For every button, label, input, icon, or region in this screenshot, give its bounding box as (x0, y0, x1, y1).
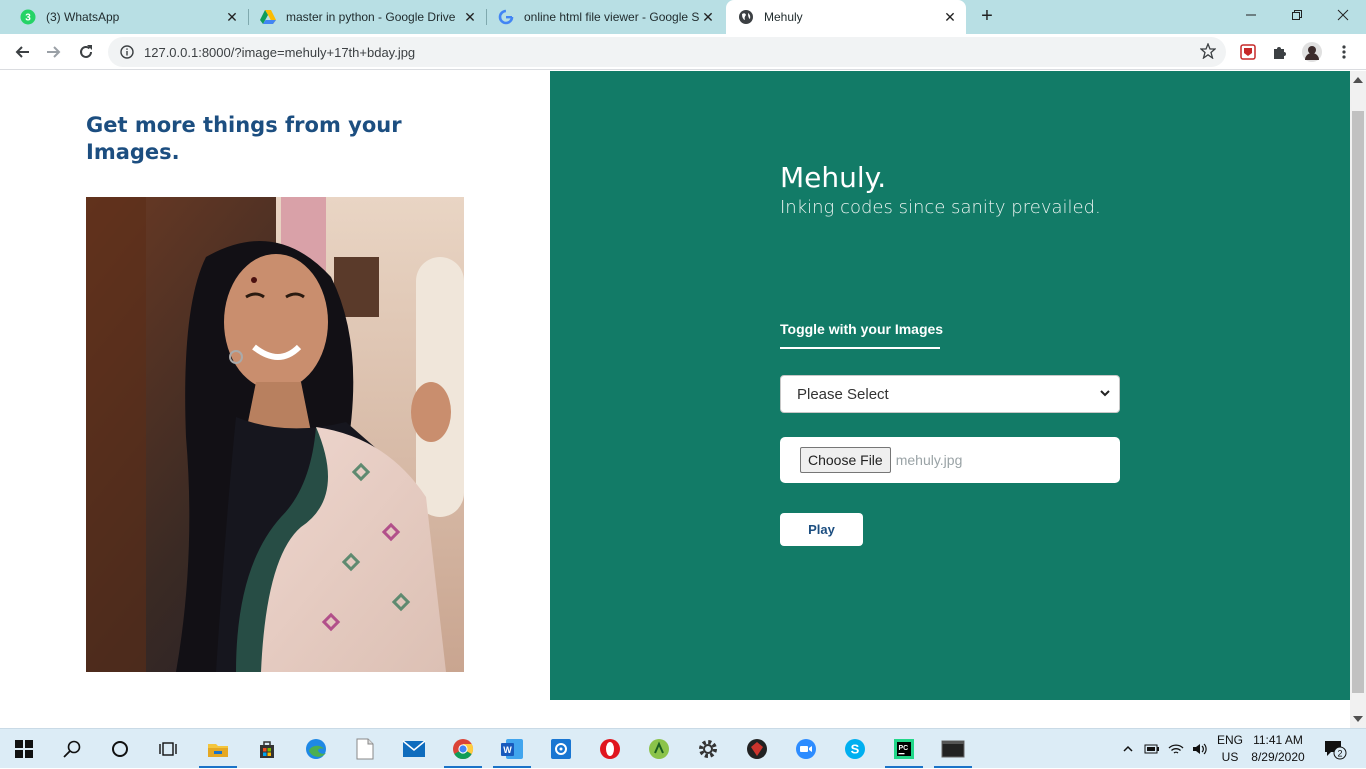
ruby-icon[interactable] (733, 729, 781, 769)
close-window-button[interactable] (1320, 0, 1366, 30)
minimize-icon (1246, 14, 1256, 16)
whatsapp-icon: 3 (20, 9, 36, 25)
close-tab-icon[interactable]: ✕ (462, 9, 478, 25)
gear-icon[interactable] (684, 729, 732, 769)
mail-icon[interactable] (390, 729, 438, 769)
notepad-icon[interactable] (341, 729, 389, 769)
active-tab-underline (780, 347, 940, 349)
scrollbar-thumb[interactable] (1352, 111, 1364, 693)
close-tab-icon[interactable]: ✕ (942, 9, 958, 25)
battery-icon[interactable] (1142, 729, 1162, 769)
file-explorer-icon[interactable] (194, 729, 242, 769)
volume-icon[interactable] (1190, 729, 1210, 769)
back-button[interactable] (8, 38, 36, 66)
tab-title: Mehuly (764, 10, 803, 24)
forward-button[interactable] (40, 38, 68, 66)
back-arrow-icon (15, 46, 29, 58)
skype-icon[interactable]: S (831, 729, 879, 769)
site-info-icon[interactable] (118, 43, 136, 61)
web-page: Get more things from your Images. Mehuly… (0, 71, 1350, 728)
close-icon (1337, 9, 1349, 21)
svg-text:3: 3 (25, 13, 31, 24)
google-drive-icon (260, 9, 276, 25)
task-view-icon[interactable] (144, 729, 192, 769)
language-code: ENG (1216, 733, 1243, 747)
image-select[interactable]: Please Select (780, 375, 1120, 413)
browser-menu-icon[interactable] (1334, 42, 1354, 62)
chevron-up-icon[interactable] (1118, 729, 1138, 769)
restore-window-button[interactable] (1274, 0, 1320, 30)
svg-text:W: W (503, 745, 512, 755)
svg-text:2: 2 (1337, 749, 1342, 759)
scroll-up-arrow-icon[interactable] (1353, 77, 1363, 83)
google-icon (498, 9, 514, 25)
wifi-icon[interactable] (1166, 729, 1186, 769)
file-input[interactable]: Choose File mehuly.jpg (780, 437, 1120, 483)
android-studio-icon[interactable] (635, 729, 683, 769)
close-tab-icon[interactable]: ✕ (224, 9, 240, 25)
tab-google-search[interactable]: online html file viewer - Google S ✕ (486, 0, 724, 34)
minimize-window-button[interactable] (1228, 0, 1274, 30)
profile-avatar[interactable] (1302, 42, 1322, 62)
svg-text:PC: PC (899, 745, 909, 752)
tab-title: (3) WhatsApp (46, 10, 120, 24)
address-bar[interactable]: 127.0.0.1:8000/?image=mehuly+17th+bday.j… (108, 37, 1226, 67)
brand-tagline: Inking codes since sanity prevailed. (780, 197, 1101, 218)
play-button[interactable]: Play (780, 513, 863, 546)
svg-text:S: S (851, 742, 860, 757)
extension-shield-icon[interactable] (1238, 42, 1258, 62)
settings-app-icon[interactable] (537, 729, 585, 769)
cortana-icon[interactable] (96, 729, 144, 769)
terminal-icon[interactable] (929, 729, 977, 769)
extensions-puzzle-icon[interactable] (1270, 42, 1290, 62)
chrome-icon[interactable] (439, 729, 487, 769)
page-scrollbar[interactable] (1350, 71, 1366, 728)
search-icon[interactable] (48, 729, 96, 769)
store-icon[interactable] (243, 729, 291, 769)
windows-start-icon[interactable] (0, 729, 48, 769)
choose-file-button[interactable]: Choose File (800, 447, 891, 473)
scroll-down-arrow-icon[interactable] (1353, 716, 1363, 722)
close-tab-icon[interactable]: ✕ (700, 9, 716, 25)
hero-panel: Mehuly. Inking codes since sanity prevai… (550, 71, 1350, 700)
keyboard-layout: US (1221, 750, 1239, 764)
url-text: 127.0.0.1:8000/?image=mehuly+17th+bday.j… (144, 44, 416, 60)
word-icon[interactable]: W (488, 729, 536, 769)
reload-icon (80, 45, 92, 58)
selected-file-name: mehuly.jpg (895, 452, 963, 468)
tab-mehuly[interactable]: Mehuly ✕ (726, 0, 966, 34)
forward-arrow-icon (47, 46, 61, 58)
notifications-icon[interactable]: 2 (1318, 729, 1352, 769)
opera-icon[interactable] (586, 729, 634, 769)
portrait-photo (86, 197, 464, 672)
edge-icon[interactable] (292, 729, 340, 769)
tab-google-drive[interactable]: master in python - Google Drive ✕ (248, 0, 486, 34)
system-clock[interactable]: 11:41 AM 8/29/2020 (1246, 732, 1310, 766)
reload-button[interactable] (72, 38, 100, 66)
windows-taskbar: W S PC ENG US 11:41 AM 8/29/2020 2 (0, 728, 1366, 768)
brand-title: Mehuly. (780, 161, 887, 194)
tab-toggle-images[interactable]: Toggle with your Images (780, 321, 943, 337)
chevron-down-icon (1099, 386, 1111, 403)
browser-toolbar: 127.0.0.1:8000/?image=mehuly+17th+bday.j… (0, 34, 1366, 70)
zoom-icon[interactable] (782, 729, 830, 769)
tab-title: master in python - Google Drive (286, 10, 456, 24)
browser-tab-strip: 3 (3) WhatsApp ✕ master in python - Goog… (0, 0, 1366, 34)
input-language[interactable]: ENG US (1214, 732, 1246, 766)
new-tab-button[interactable]: + (976, 6, 998, 28)
clock-date: 8/29/2020 (1251, 750, 1305, 764)
select-value: Please Select (797, 385, 889, 403)
tab-whatsapp[interactable]: 3 (3) WhatsApp ✕ (8, 0, 248, 34)
tab-title: online html file viewer - Google S (524, 10, 700, 24)
restore-icon (1292, 10, 1302, 20)
globe-icon (738, 9, 754, 25)
clock-time: 11:41 AM (1253, 733, 1303, 747)
bookmark-star-icon[interactable] (1199, 42, 1217, 64)
page-heading: Get more things from your Images. (86, 113, 402, 164)
pycharm-icon[interactable]: PC (880, 729, 928, 769)
